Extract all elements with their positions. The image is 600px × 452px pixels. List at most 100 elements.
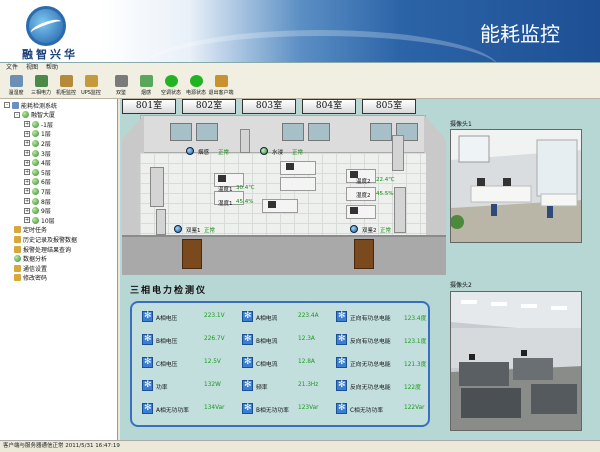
expand-icon[interactable]: + — [24, 150, 30, 156]
meter-reading-value: 123.4度 — [404, 316, 427, 322]
expand-icon[interactable]: + — [24, 188, 30, 195]
toolbar-button[interactable]: 空调状态 — [159, 73, 183, 99]
expand-icon[interactable]: + — [24, 198, 30, 204]
toolbar-button[interactable]: 烟感 — [134, 73, 158, 99]
meter-reading-icon — [242, 403, 253, 414]
tab-room-801[interactable]: 801室 — [122, 99, 176, 114]
temp2-value: 22.4℃ — [376, 177, 395, 183]
tree-item[interactable]: - 融智大厦 — [14, 111, 55, 119]
toolbar-button-label: 双鉴 — [115, 90, 126, 96]
toolbar-button[interactable]: 退出客户端 — [209, 73, 234, 99]
tree-item[interactable]: +4层 — [24, 159, 51, 167]
desk — [280, 177, 316, 191]
tree-item[interactable]: - 能耗检测系统 — [4, 101, 57, 110]
tree-item[interactable]: +3层 — [24, 149, 51, 158]
collapse-icon[interactable]: - — [4, 102, 10, 108]
camera-1-feed[interactable] — [450, 129, 582, 243]
dual-sensor-1-icon[interactable] — [174, 225, 182, 233]
tree-item[interactable]: +8层 — [24, 197, 51, 206]
expand-icon[interactable]: + — [24, 217, 30, 224]
meter-reading-label: A相电压 — [156, 316, 178, 322]
tree-item[interactable]: +6层 — [24, 178, 51, 186]
toolbar-button[interactable]: 温湿度 — [4, 73, 28, 99]
expand-icon[interactable]: + — [24, 130, 30, 137]
tab-room-803[interactable]: 803室 — [242, 99, 296, 114]
toolbar-button[interactable]: UPS监控 — [79, 73, 103, 99]
toolbar-button-label: 空调状态 — [160, 90, 181, 96]
meter-reading-value: 134Var — [204, 405, 225, 411]
meter-reading-label: B相电流 — [256, 339, 278, 345]
toolbar: 温湿度 三相电力 机柜监控 UPS监控 双鉴 烟感 空调状态 电源状态 退出客户端 — [0, 73, 600, 99]
hum1-value: 45.4% — [236, 199, 254, 205]
meter-reading-label: C相电流 — [256, 362, 278, 368]
folder-icon — [14, 226, 21, 234]
meter-reading-icon — [142, 311, 153, 322]
tab-room-802[interactable]: 802室 — [182, 99, 236, 114]
node-icon — [32, 130, 39, 138]
cabinet-icon — [59, 75, 73, 87]
tree-item[interactable]: 通信设置 — [14, 264, 48, 273]
meter-reading-icon — [242, 357, 253, 368]
tree-item[interactable]: +10层 — [24, 216, 55, 225]
water-sensor-icon[interactable] — [260, 147, 268, 155]
door — [182, 239, 202, 269]
tree-item[interactable]: 修改密码 — [14, 274, 47, 282]
menu-help[interactable]: 帮助 — [46, 63, 58, 73]
tree-item[interactable]: 定时任务 — [14, 226, 47, 234]
folder-icon — [14, 245, 21, 253]
node-icon — [32, 120, 39, 128]
collapse-icon[interactable]: - — [14, 111, 20, 118]
tree-item[interactable]: +2层 — [24, 139, 51, 148]
folder-icon — [14, 274, 21, 282]
tree-item-label: 2层 — [41, 140, 51, 148]
tree-item-label: 7层 — [41, 188, 51, 196]
meter-reading-label: A相无功功率 — [156, 408, 189, 414]
tab-room-805[interactable]: 805室 — [362, 99, 416, 114]
meter-reading-value: 132W — [204, 382, 221, 388]
smoke-sensor-icon[interactable] — [186, 147, 194, 155]
menu-view[interactable]: 视图 — [26, 63, 38, 73]
meter-reading-value: 122度 — [404, 385, 421, 391]
tree-item-label: 5层 — [41, 169, 51, 177]
tree-item[interactable]: +1层 — [24, 130, 51, 138]
expand-icon[interactable]: + — [24, 140, 30, 147]
menu-file[interactable]: 文件 — [6, 63, 18, 73]
tree-item[interactable]: 历史记录及报警数据 — [14, 235, 77, 244]
door — [354, 239, 374, 269]
meter-reading-value: 12.8A — [298, 359, 315, 365]
meter-reading-value: 12.3A — [298, 336, 315, 342]
meter-reading-label: 正向无功总电能 — [350, 362, 391, 368]
system-icon — [12, 101, 19, 109]
tree-item[interactable]: 报警处理结果查询 — [14, 245, 71, 254]
tree-item[interactable]: +9层 — [24, 207, 51, 215]
toolbar-button-label: 烟感 — [140, 90, 151, 96]
toolbar-button[interactable]: 三相电力 — [29, 73, 53, 99]
toolbar-button[interactable]: 双鉴 — [109, 73, 133, 99]
expand-icon[interactable]: + — [24, 121, 30, 128]
expand-icon[interactable]: + — [24, 178, 30, 185]
camera-2-feed[interactable] — [450, 291, 582, 431]
expand-icon[interactable]: + — [24, 169, 30, 176]
tree-item[interactable]: +7层 — [24, 187, 51, 196]
power-status-icon — [189, 75, 203, 87]
tree-item[interactable]: + -1层 — [24, 120, 53, 129]
exit-icon — [214, 75, 228, 87]
tree-item-label: 通信设置 — [23, 265, 48, 273]
dual-sensor-2-icon[interactable] — [350, 225, 358, 233]
meter-reading-icon — [336, 334, 347, 345]
menu-bar: 文件 视图 帮助 — [0, 63, 600, 73]
hum1-label: 湿度1 — [218, 201, 233, 207]
tab-room-804[interactable]: 804室 — [302, 99, 356, 114]
meter-reading-label: 频率 — [256, 385, 268, 391]
meter-reading-label: A相电流 — [256, 316, 278, 322]
toolbar-button[interactable]: 机柜监控 — [54, 73, 78, 99]
folder-icon — [14, 264, 21, 272]
node-icon — [32, 216, 39, 224]
toolbar-button[interactable]: 电源状态 — [184, 73, 208, 99]
tree-item[interactable]: +5层 — [24, 168, 51, 177]
meter-reading-value: 12.5V — [204, 359, 221, 365]
ups-icon — [84, 75, 98, 87]
expand-icon[interactable]: + — [24, 159, 30, 166]
tree-item[interactable]: 数据分析 — [14, 255, 47, 263]
expand-icon[interactable]: + — [24, 207, 30, 214]
